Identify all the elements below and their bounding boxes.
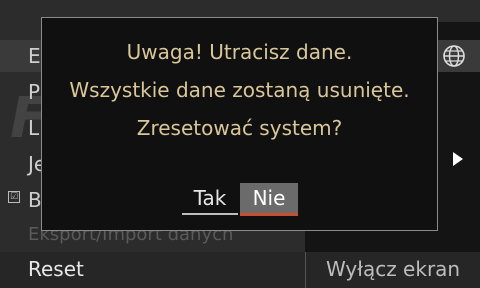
menu-item-1[interactable]: E: [28, 44, 41, 68]
dialog-message-line: Wszystkie dane zostaną usunięte.: [69, 78, 410, 102]
checkbox-icon: ☑: [8, 191, 20, 203]
screen-off-button[interactable]: Wyłącz ekran: [326, 257, 460, 281]
menu-item-2[interactable]: P: [28, 80, 40, 104]
no-button[interactable]: Nie: [240, 183, 298, 216]
dialog-warning-line: Uwaga! Utracisz dane.: [126, 40, 353, 64]
arrow-right-icon[interactable]: [453, 152, 463, 166]
reset-confirm-dialog: Uwaga! Utracisz dane. Wszystkie dane zos…: [41, 17, 438, 231]
dialog-question-line: Zresetować system?: [136, 116, 343, 140]
menu-item-3[interactable]: L: [28, 116, 39, 140]
reset-button[interactable]: Reset: [28, 257, 84, 281]
screen: E P L Je ☑ B Eksport/Import danych Reset…: [0, 0, 480, 288]
bottom-divider: [305, 252, 306, 288]
globe-icon[interactable]: [441, 43, 467, 69]
yes-button[interactable]: Tak: [182, 183, 238, 215]
menu-item-5[interactable]: B: [28, 188, 42, 212]
